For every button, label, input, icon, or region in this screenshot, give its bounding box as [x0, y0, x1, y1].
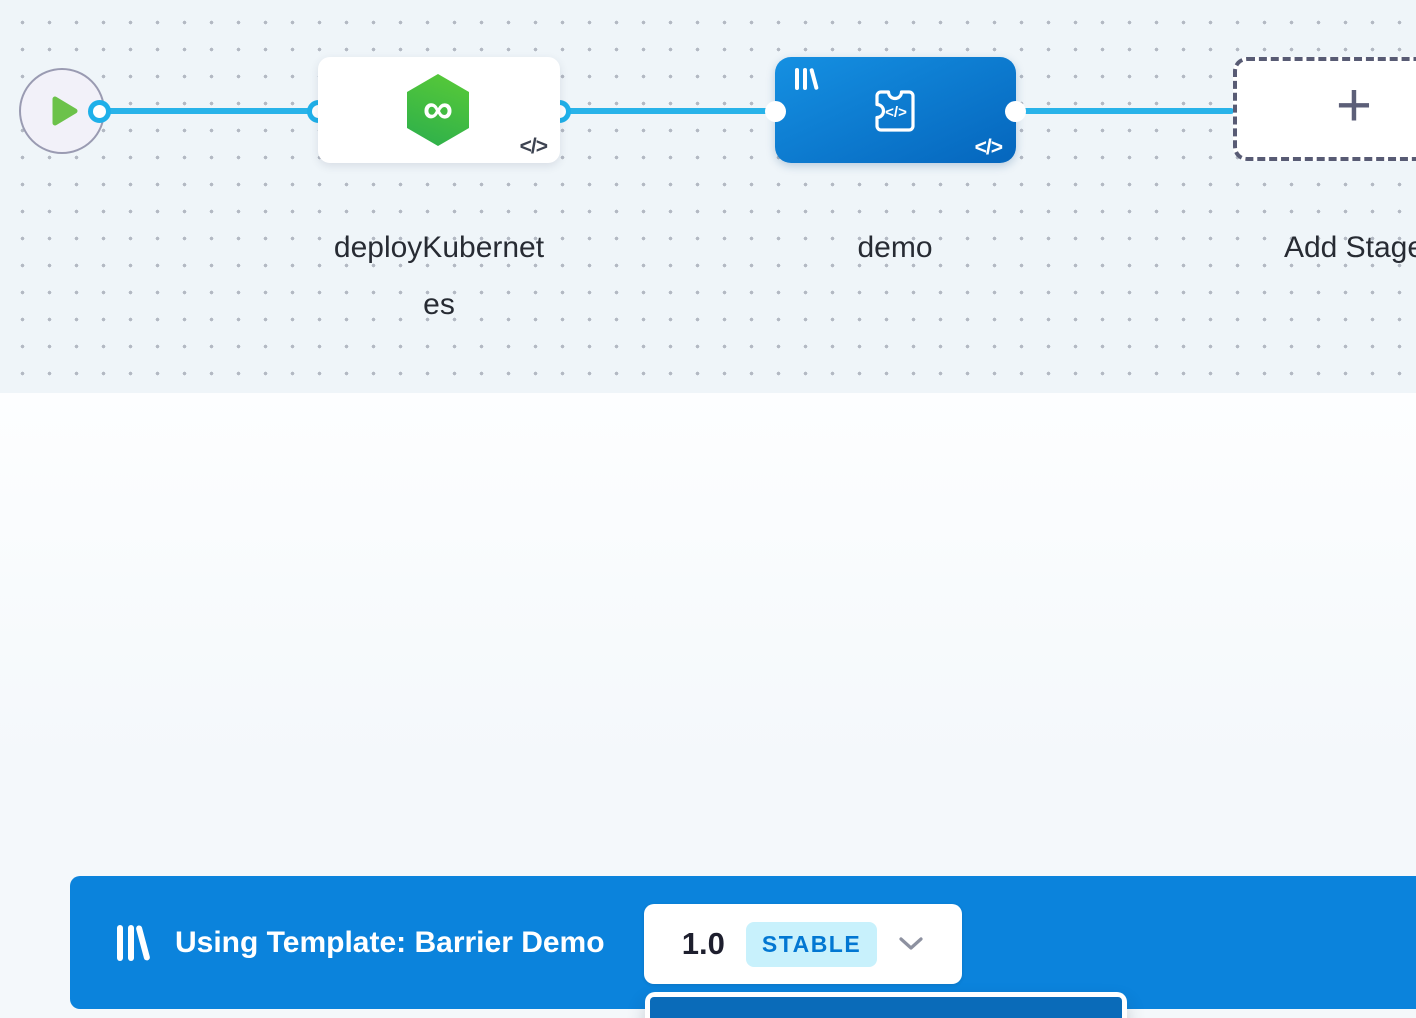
version-dropdown-menu: 1.0 (Stable) [645, 992, 1127, 1018]
pipeline-canvas[interactable]: ∞ </> </> </> + deployKubernetes demo Ad… [0, 0, 1416, 393]
connector-line [1015, 108, 1234, 114]
add-stage-label: Add Stage [1244, 219, 1416, 276]
template-icon [117, 923, 153, 963]
version-dropdown-option[interactable]: 1.0 (Stable) [650, 997, 1122, 1018]
code-icon: </> [520, 135, 547, 159]
connector-line [559, 108, 777, 114]
template-version-value: 1.0 [682, 926, 725, 962]
plus-icon: + [1336, 75, 1372, 137]
pipeline-stage-editor: ∞ </> </> </> + deployKubernetes demo Ad… [0, 0, 1416, 1018]
stage-settings-section: Using Template: Barrier Demo 1.0 STABLE … [0, 393, 1416, 1018]
stage-label: demo [795, 219, 995, 276]
template-banner-label: Using Template: Barrier Demo [175, 926, 605, 960]
stage-label: deployKubernetes [331, 219, 547, 333]
connector-line [99, 108, 319, 114]
stage-node-deploykubernetes[interactable]: ∞ </> [318, 57, 560, 163]
play-icon [52, 96, 78, 126]
add-stage-button[interactable]: + [1233, 57, 1416, 161]
connector-port[interactable] [88, 100, 111, 123]
connector-port[interactable] [765, 101, 786, 122]
stage-node-demo[interactable]: </> </> [775, 57, 1016, 163]
code-icon: </> [975, 136, 1002, 160]
template-version-selector[interactable]: 1.0 STABLE [644, 904, 962, 984]
chevron-down-icon[interactable] [898, 936, 924, 952]
connector-port[interactable] [1005, 101, 1026, 122]
stable-badge: STABLE [746, 922, 877, 967]
custom-stage-icon: </> [867, 82, 923, 138]
template-icon [795, 68, 821, 92]
infinity-glyph: ∞ [423, 88, 453, 130]
code-glyph: </> [885, 104, 907, 121]
cd-stage-icon: ∞ [407, 74, 469, 146]
